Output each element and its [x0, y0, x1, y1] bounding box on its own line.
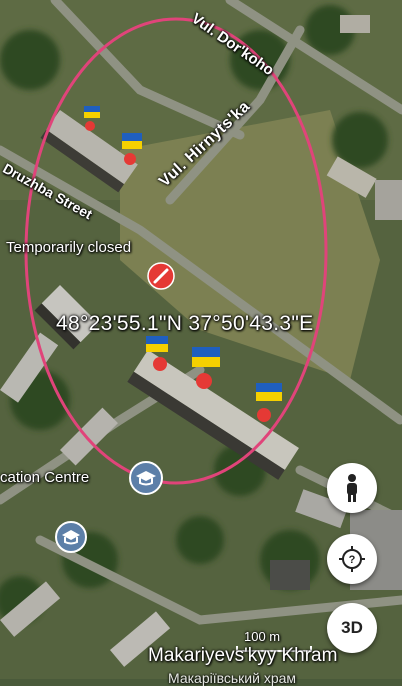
place-label-makariyevskyy[interactable]: Makariyevs'kyy Khram — [148, 645, 337, 667]
place-label-makariyevskyy-sub[interactable]: Макаріївський храм — [168, 670, 296, 686]
street-view-button[interactable] — [327, 463, 377, 513]
education-centre-label[interactable]: cation Centre — [0, 469, 89, 486]
scale-label: 100 m — [244, 629, 281, 644]
coordinates-readout: 48°23'55.1"N 37°50'43.3"E — [56, 312, 314, 335]
no-entry-icon[interactable] — [147, 262, 175, 290]
graduation-cap-icon[interactable] — [128, 460, 164, 496]
person-icon — [347, 474, 357, 502]
three-d-button[interactable]: 3D — [327, 603, 377, 653]
graduation-cap-icon[interactable] — [54, 520, 88, 554]
temporarily-closed-label[interactable]: Temporarily closed — [6, 239, 131, 256]
svg-text:?: ? — [349, 554, 356, 566]
locate-icon: ? — [339, 546, 365, 572]
my-location-button[interactable]: ? — [327, 534, 377, 584]
